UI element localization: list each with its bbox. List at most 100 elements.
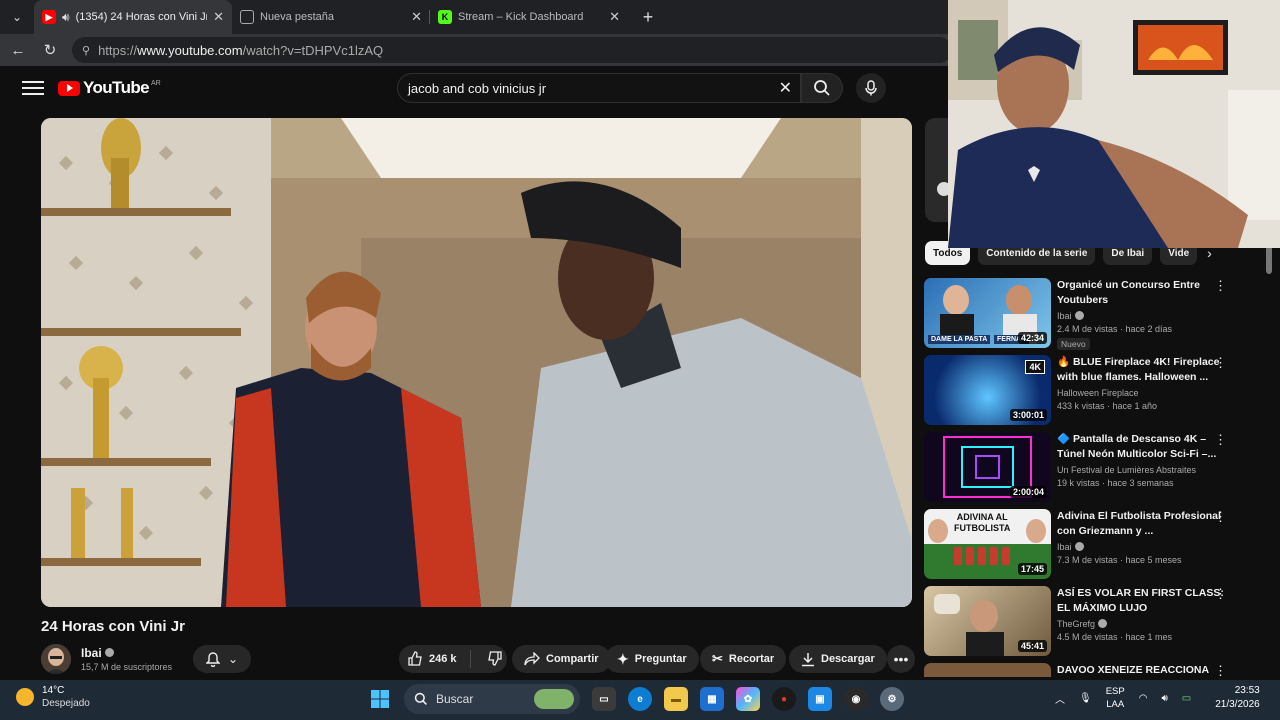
scrollbar-thumb[interactable] (1266, 246, 1272, 274)
clip-button[interactable]: ✂ Recortar (700, 645, 787, 673)
more-vertical-icon[interactable]: ⋮ (1214, 432, 1227, 448)
ask-button[interactable]: ✦ Preguntar (605, 645, 699, 673)
more-vertical-icon[interactable]: ⋮ (1214, 355, 1227, 371)
speaker-icon[interactable]: 🔊︎ (62, 10, 70, 25)
search-icon (414, 692, 427, 705)
channel-avatar[interactable] (41, 644, 71, 674)
verified-icon (104, 648, 114, 658)
tab-list-button[interactable]: ⌄ (4, 4, 30, 30)
recommendation-item[interactable]: DAVOO XENEIZE REACCIONA ⋮ (924, 663, 1264, 677)
obs-icon[interactable]: ● (772, 687, 796, 711)
video-thumbnail[interactable]: 4K 3:00:01 (924, 355, 1051, 425)
recommendation-channel[interactable]: Ibai (1057, 542, 1227, 552)
tab-kick-dashboard[interactable]: K Stream – Kick Dashboard ✕ (430, 0, 628, 34)
video-player[interactable] (41, 118, 912, 607)
language-code: ESP (1105, 686, 1125, 697)
channel-name[interactable]: Ibai (81, 646, 102, 660)
clock[interactable]: 23:53 21/3/2026 (1215, 684, 1260, 712)
language-indicator[interactable]: ESP LAA (1106, 685, 1125, 711)
recommendation-item[interactable]: 2:00:04 🔷 Pantalla de Descanso 4K – Túne… (924, 432, 1264, 509)
display-app-icon[interactable]: ▣ (808, 687, 832, 711)
file-explorer-icon[interactable]: ▬ (664, 687, 688, 711)
download-button[interactable]: Descargar (789, 645, 887, 673)
recommendation-channel[interactable]: TheGrefg (1057, 619, 1227, 629)
video-duration: 42:34 (1017, 332, 1047, 344)
battery-icon[interactable]: ▭ (1182, 693, 1191, 704)
chevron-down-icon: ⌄ (227, 652, 239, 666)
video-thumbnail[interactable]: ADIVINA AL FUTBOLISTA 17:45 (924, 509, 1051, 579)
more-vertical-icon[interactable]: ⋮ (1214, 509, 1227, 525)
weather-widget[interactable]: 14°C Despejado (16, 685, 90, 709)
chevron-up-icon[interactable]: ︿ (1055, 691, 1065, 706)
close-tab-icon[interactable]: ✕ (609, 9, 620, 25)
more-vertical-icon[interactable]: ⋮ (1214, 586, 1227, 602)
copilot-icon[interactable]: ✿ (736, 687, 760, 711)
webcam-feed (948, 0, 1280, 248)
dislike-button[interactable] (477, 650, 503, 669)
settings-gear-icon[interactable]: ⚙ (880, 687, 904, 711)
system-tray: ︿ 🎙︎ ESP LAA ◠ 🔊︎ ▭ 23:53 21/3/2026 (1055, 684, 1260, 712)
like-button[interactable]: 246 k (399, 650, 471, 668)
close-tab-icon[interactable]: ✕ (213, 9, 224, 25)
search-input[interactable]: jacob and cob vinicius jr ✕ (397, 73, 801, 103)
back-button[interactable]: ← (4, 36, 32, 64)
volume-icon[interactable]: 🔊︎ (1161, 693, 1167, 704)
recommendations-list: DAME LA PASTA FERNAN 42:34 Organicé un C… (924, 278, 1264, 677)
recommendation-meta: 19 k vistas · hace 3 semanas (1057, 478, 1174, 488)
tab-youtube[interactable]: ▶ 🔊︎ (1354) 24 Horas con Vini Jr - YouTu… (34, 0, 232, 34)
video-thumbnail[interactable] (924, 663, 1051, 677)
site-info-icon[interactable]: ⚲ (82, 44, 90, 57)
video-thumbnail[interactable]: DAME LA PASTA FERNAN 42:34 (924, 278, 1051, 348)
task-view-icon[interactable]: ▭ (592, 687, 616, 711)
edge-icon[interactable]: e (628, 687, 652, 711)
recommendation-channel[interactable]: Ibai (1057, 311, 1227, 321)
subscription-bell-button[interactable]: ⌄ (193, 645, 251, 673)
windows-start-icon[interactable] (368, 687, 392, 711)
country-code: AR (151, 79, 161, 87)
taskbar-search-input[interactable]: Buscar (404, 684, 580, 714)
recommendation-item[interactable]: 45:41 ASÍ ES VOLAR EN FIRST CLASS: EL MÁ… (924, 586, 1264, 663)
recommendation-channel[interactable]: Halloween Fireplace (1057, 388, 1227, 398)
recommendation-title[interactable]: 🔥 BLUE Fireplace 4K! Fireplace with blue… (1057, 355, 1227, 385)
recommendation-title[interactable]: DAVOO XENEIZE REACCIONA (1057, 663, 1227, 677)
new-badge: Nuevo (1057, 338, 1090, 351)
recommendation-title[interactable]: ASÍ ES VOLAR EN FIRST CLASS: EL MÁXIMO L… (1057, 586, 1227, 616)
video-thumbnail[interactable]: 45:41 (924, 586, 1051, 656)
tab-new-tab[interactable]: Nueva pestaña ✕ (232, 0, 430, 34)
recommendation-title[interactable]: Organicé un Concurso Entre Youtubers (1057, 278, 1227, 308)
video-title: 24 Horas con Vini Jr (41, 618, 185, 635)
sidebar-scrollbar[interactable] (1266, 246, 1272, 676)
windows-taskbar: 14°C Despejado Buscar ▭ e ▬ ▦ ✿ ● ▣ ◉ ⚙ … (0, 680, 1280, 720)
more-actions-button[interactable]: ••• (887, 645, 915, 673)
more-vertical-icon[interactable]: ⋮ (1214, 278, 1227, 294)
url-domain: www.youtube.com (137, 42, 243, 58)
store-icon[interactable]: ▦ (700, 687, 724, 711)
clip-label: Recortar (728, 653, 775, 665)
search-button[interactable] (801, 73, 843, 103)
recommendation-title[interactable]: 🔷 Pantalla de Descanso 4K – Túnel Neón M… (1057, 432, 1227, 462)
new-tab-button[interactable]: + (634, 3, 662, 31)
voice-search-button[interactable] (856, 73, 886, 103)
recommendation-title[interactable]: Adivina El Futbolista Profesional con Gr… (1057, 509, 1227, 539)
recommendation-item[interactable]: 4K 3:00:01 🔥 BLUE Fireplace 4K! Fireplac… (924, 355, 1264, 432)
url-bar[interactable]: ⚲ https://www.youtube.com/watch?v=tDHPVc… (72, 37, 952, 63)
recommendation-item[interactable]: ADIVINA AL FUTBOLISTA 17:45 Adivina El Fu… (924, 509, 1264, 586)
clear-search-icon[interactable]: ✕ (779, 78, 792, 98)
recommendation-item[interactable]: DAME LA PASTA FERNAN 42:34 Organicé un C… (924, 278, 1264, 355)
channel-name-row[interactable]: Ibai (81, 646, 172, 660)
recommendation-meta: 7.3 M de vistas · hace 5 meses (1057, 555, 1182, 566)
ask-label: Preguntar (634, 653, 687, 665)
share-button[interactable]: Compartir (512, 645, 611, 673)
youtube-logo[interactable]: YouTube AR (58, 78, 161, 98)
steam-icon[interactable]: ◉ (844, 687, 868, 711)
close-tab-icon[interactable]: ✕ (411, 9, 422, 25)
more-vertical-icon[interactable]: ⋮ (1214, 663, 1227, 677)
video-thumbnail[interactable]: 2:00:04 (924, 432, 1051, 502)
hamburger-menu-icon[interactable] (22, 81, 44, 95)
wifi-icon[interactable]: ◠ (1139, 693, 1148, 704)
reload-button[interactable]: ↻ (36, 36, 64, 64)
tab-title: (1354) 24 Horas con Vini Jr - YouTube (75, 11, 208, 23)
microphone-icon[interactable]: 🎙︎ (1079, 693, 1092, 704)
clock-date: 21/3/2026 (1215, 699, 1260, 710)
recommendation-channel[interactable]: Un Festival de Lumières Abstraites (1057, 465, 1227, 475)
